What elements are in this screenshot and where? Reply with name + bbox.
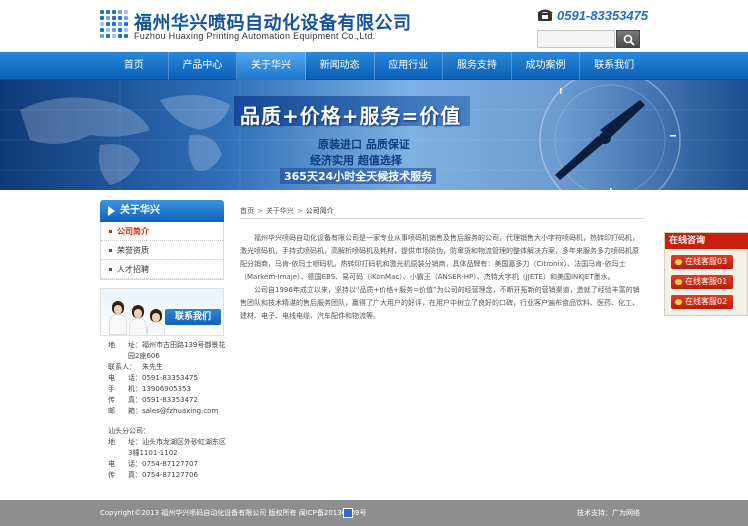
contact-banner-image[interactable]: 联系我们 xyxy=(100,288,224,336)
contact-us-label: 联系我们 xyxy=(165,309,221,325)
qq-service-03-button[interactable]: 在线客服03 xyxy=(671,255,733,269)
qq-service-02-button[interactable]: 在线客服02 xyxy=(671,295,733,309)
branch-fax: 传真：0754-87127706 xyxy=(108,471,198,479)
breadcrumb: 首页 > 关于华兴 > 公司简介 xyxy=(240,203,644,219)
contact-email[interactable]: 邮箱：sales@fzhuaxing.com xyxy=(108,406,232,417)
nav-support[interactable]: 服务支持 xyxy=(443,52,512,80)
company-name-en: Fuzhou Huaxing Printing Automation Equip… xyxy=(134,31,376,41)
search-button[interactable] xyxy=(616,30,640,48)
footer-tech-support[interactable]: 技术支持：广为网络 xyxy=(577,500,640,526)
page: 福州华兴喷码自动化设备有限公司 Fuzhou Huaxing Printing … xyxy=(0,0,748,526)
nav-contact[interactable]: 联系我们 xyxy=(580,52,648,80)
contact-fax: 传真：0591-83353472 xyxy=(108,396,198,404)
main-nav: 首页 产品中心 关于华兴 新闻动态 应用行业 服务支持 成功案例 联系我们 xyxy=(0,52,748,80)
qq-service-01-button[interactable]: 在线客服01 xyxy=(671,275,733,289)
sidebar-item-honors[interactable]: 荣誉资质 xyxy=(101,241,223,260)
footer-copyright: Copyright©2013 福州华兴喷码自动化设备有限公司 版权所有 闽ICP… xyxy=(100,509,367,517)
contact-person: 联系人： 朱先生 xyxy=(108,363,163,371)
contact-info: 地址：福州市古田路139号御景花园2座606 联系人： 朱先生 电话：0591-8… xyxy=(108,340,232,481)
company-logo-icon[interactable] xyxy=(100,10,130,38)
branch-title: 汕头分公司： xyxy=(108,427,150,435)
sidebar-item-company-profile[interactable]: 公司简介 xyxy=(101,222,223,241)
banner-line-1: 原装进口 品质保证 xyxy=(318,138,410,151)
header: 福州华兴喷码自动化设备有限公司 Fuzhou Huaxing Printing … xyxy=(0,0,748,52)
nav-news[interactable]: 新闻动态 xyxy=(306,52,375,80)
contact-phone: 电话：0591-83353475 xyxy=(108,374,198,382)
contact-mobile: 手机：13906905353 xyxy=(108,385,191,393)
nav-about[interactable]: 关于华兴 xyxy=(237,52,306,80)
sidebar-menu: 公司简介 荣誉资质 人才招聘 xyxy=(100,222,224,280)
sidebar-item-careers[interactable]: 人才招聘 xyxy=(101,260,223,279)
contact-address: 地址：福州市古田路139号御景花园2座606 xyxy=(108,341,226,360)
nav-cases[interactable]: 成功案例 xyxy=(512,52,581,80)
article-paragraph-2: 公司自1996年成立以来，坚持以“品质+价格+服务=价值”为公司的经营理念，不断… xyxy=(240,286,640,320)
site-verification-badge-icon[interactable] xyxy=(343,508,353,518)
banner-slogan: 品质+价格+服务=价值 xyxy=(240,104,462,128)
online-service-title: 在线咨询 xyxy=(665,233,748,249)
branch-phone: 电话：0754-87127707 xyxy=(108,460,198,468)
arrow-right-icon xyxy=(108,206,115,216)
nav-industries[interactable]: 应用行业 xyxy=(375,52,444,80)
banner-line-3: 365天24小时全天候技术服务 xyxy=(280,168,437,184)
search-icon xyxy=(623,34,635,46)
footer: Copyright©2013 福州华兴喷码自动化设备有限公司 版权所有 闽ICP… xyxy=(0,500,748,526)
article-content: 福州华兴喷码自动化设备有限公司是一家专业从事喷码机销售及售后服务的公司，代理销售… xyxy=(240,232,644,323)
breadcrumb-parent[interactable]: 关于华兴 xyxy=(266,207,294,215)
article-paragraph-1: 福州华兴喷码自动化设备有限公司是一家专业从事喷码机销售及售后服务的公司，代理销售… xyxy=(240,234,639,281)
sidebar-title: 关于华兴 xyxy=(120,205,160,216)
nav-home[interactable]: 首页 xyxy=(100,52,169,80)
branch-address: 地址：汕头市龙湖区外砂虹湖东区3幢1101-1102 xyxy=(108,438,226,457)
breadcrumb-home[interactable]: 首页 xyxy=(240,207,254,215)
customer-service-agent-image xyxy=(109,301,127,335)
sidebar-header: 关于华兴 xyxy=(100,200,224,222)
hotline-number: 0591-83353475 xyxy=(557,8,649,23)
online-service-panel: 在线咨询 在线客服03 在线客服01 在线客服02 xyxy=(664,232,748,316)
customer-service-agent-image xyxy=(129,305,147,335)
hero-banner: 品质+价格+服务=价值 原装进口 品质保证 经济实用 超值选择 365天24小时… xyxy=(0,80,748,190)
search-input[interactable] xyxy=(537,30,615,48)
breadcrumb-current: 公司简介 xyxy=(305,207,334,215)
banner-line-2: 经济实用 超值选择 xyxy=(310,154,402,167)
nav-products[interactable]: 产品中心 xyxy=(169,52,238,80)
phone-icon xyxy=(537,9,553,21)
customer-service-agent-image xyxy=(147,309,165,335)
